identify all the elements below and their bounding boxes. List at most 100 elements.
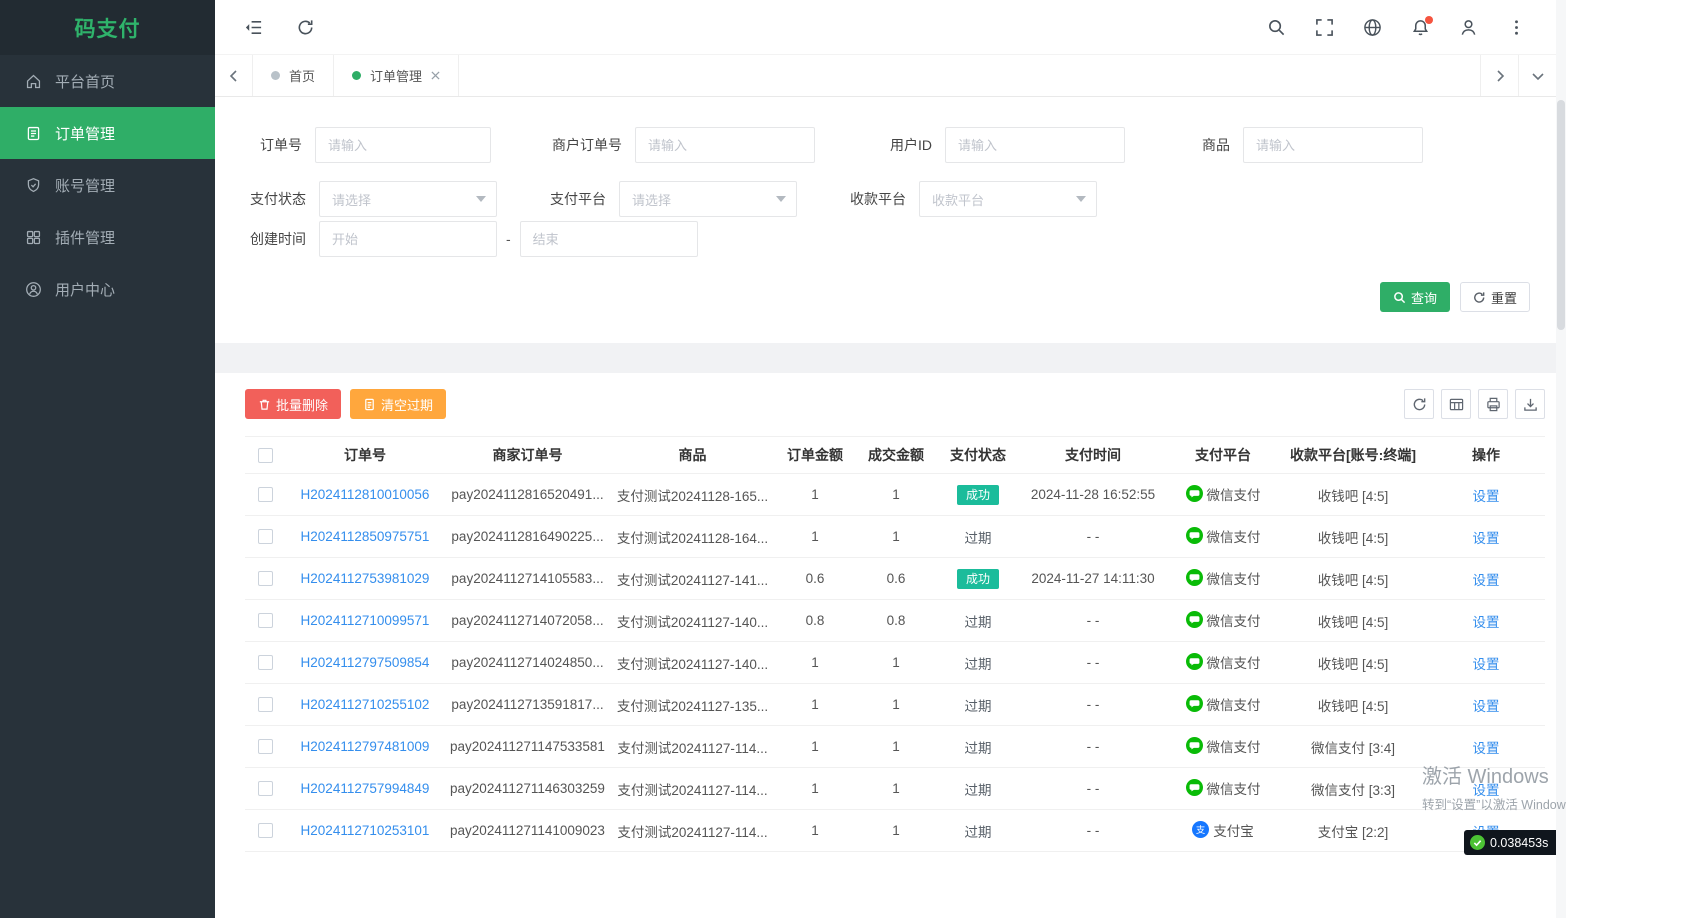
sidebar-item-user-center[interactable]: 用户中心 xyxy=(0,263,215,315)
settings-link[interactable]: 设置 xyxy=(1473,741,1500,756)
wechat-pay-icon xyxy=(1185,485,1203,503)
tab-label: 订单管理 xyxy=(370,69,423,84)
search-button[interactable]: 查询 xyxy=(1379,282,1450,312)
settings-link[interactable]: 设置 xyxy=(1473,657,1500,672)
merchant-order-no-input[interactable] xyxy=(635,127,815,163)
collect-platform: 支付宝 [2:2] xyxy=(1279,809,1427,852)
order-table-panel: 批量删除 清空过期 订单号 商家订单号 商品 订单金额 成交金额 支付状态 支付… xyxy=(215,373,1556,918)
sidebar-item-label: 订单管理 xyxy=(55,125,116,143)
tab-order-management[interactable]: 订单管理 xyxy=(334,55,460,96)
user-id-input[interactable] xyxy=(945,127,1125,163)
settings-link[interactable]: 设置 xyxy=(1473,573,1500,588)
collapse-menu-icon[interactable] xyxy=(243,17,263,37)
more-icon[interactable] xyxy=(1506,17,1526,37)
row-checkbox[interactable] xyxy=(257,697,273,713)
tab-home[interactable]: 首页 xyxy=(253,55,335,96)
order-no-link[interactable]: H2024112810010056 xyxy=(301,487,430,502)
collect-platform: 收钱吧 [4:5] xyxy=(1279,683,1427,726)
tab-bar: 首页 订单管理 xyxy=(215,55,1556,97)
batch-delete-label: 批量删除 xyxy=(276,397,329,413)
order-no-link[interactable]: H2024112753981029 xyxy=(301,571,430,586)
fullscreen-icon[interactable] xyxy=(1314,17,1334,37)
merchant-order-no: pay2024112713591817... xyxy=(445,683,610,726)
paid-amount: 1 xyxy=(855,515,937,558)
table-refresh-icon[interactable] xyxy=(1404,389,1434,419)
reset-button[interactable]: 重置 xyxy=(1459,282,1530,312)
sidebar-item-label: 账号管理 xyxy=(55,177,116,195)
sidebar-item-accounts[interactable]: 账号管理 xyxy=(0,159,215,211)
pay-platform-label: 微信支付 xyxy=(1206,739,1261,755)
settings-link[interactable]: 设置 xyxy=(1473,699,1500,714)
status-badge: 过期 xyxy=(964,740,992,756)
sidebar-item-plugins[interactable]: 插件管理 xyxy=(0,211,215,263)
sidebar-item-orders[interactable]: 订单管理 xyxy=(0,107,215,159)
settings-link[interactable]: 设置 xyxy=(1473,615,1500,630)
pay-platform: 支 微信支付 xyxy=(1185,694,1261,714)
create-time-end-input[interactable] xyxy=(519,221,698,257)
print-icon[interactable] xyxy=(1478,389,1508,419)
order-no-link[interactable]: H2024112757994849 xyxy=(301,781,430,796)
filter-merchant-order-no: 商户订单号 xyxy=(531,127,815,163)
search-button-label: 查询 xyxy=(1410,290,1437,306)
home-icon xyxy=(26,74,41,88)
clear-expired-button[interactable]: 清空过期 xyxy=(350,389,447,419)
order-amount: 1 xyxy=(775,683,855,726)
row-checkbox[interactable] xyxy=(257,487,273,503)
notification-icon[interactable] xyxy=(1410,16,1433,37)
notification-dot xyxy=(1425,16,1433,24)
column-header-action: 操作 xyxy=(1427,436,1545,474)
export-icon[interactable] xyxy=(1515,389,1545,419)
settings-link[interactable]: 设置 xyxy=(1473,531,1500,546)
merchant-order-no: pay2024112714024850... xyxy=(445,641,610,684)
row-checkbox[interactable] xyxy=(257,571,273,587)
select-all-checkbox[interactable] xyxy=(257,448,273,464)
search-icon[interactable] xyxy=(1266,17,1286,37)
order-no-link[interactable]: H2024112797509854 xyxy=(301,655,430,670)
tabs-scroll-right-icon[interactable] xyxy=(1480,55,1518,96)
filter-label: 商户订单号 xyxy=(552,137,622,153)
table-row: H2024112797481009 pay202411271147533581 … xyxy=(245,725,1545,768)
column-header-order-no: 订单号 xyxy=(285,436,445,474)
tabs-scroll-left-icon[interactable] xyxy=(215,55,253,96)
collect-platform-select[interactable]: 收款平台 xyxy=(919,181,1097,217)
vertical-scrollbar[interactable] xyxy=(1556,0,1566,918)
order-no-link[interactable]: H2024112797481009 xyxy=(301,739,430,754)
table-row: H2024112753981029 pay2024112714105583...… xyxy=(245,557,1545,600)
batch-delete-button[interactable]: 批量删除 xyxy=(245,389,342,419)
settings-link[interactable]: 设置 xyxy=(1473,783,1500,798)
language-icon[interactable] xyxy=(1362,17,1382,37)
trash-icon xyxy=(259,399,270,410)
create-time-start-input[interactable] xyxy=(319,221,497,257)
settings-link[interactable]: 设置 xyxy=(1473,489,1500,504)
row-checkbox[interactable] xyxy=(257,823,273,839)
order-no-input[interactable] xyxy=(315,127,491,163)
columns-icon[interactable] xyxy=(1441,389,1471,419)
tab-close-icon[interactable] xyxy=(431,71,440,80)
tabs-menu-icon[interactable] xyxy=(1518,55,1556,96)
scrollbar-thumb[interactable] xyxy=(1557,100,1565,330)
order-no-link[interactable]: H2024112850975751 xyxy=(301,529,430,544)
row-checkbox[interactable] xyxy=(257,655,273,671)
pay-platform-select[interactable]: 请选择 xyxy=(619,181,797,217)
user-icon[interactable] xyxy=(1458,17,1478,37)
pay-platform-icon: 支 xyxy=(1185,569,1203,587)
product-name: 支付测试20241127-140... xyxy=(610,641,775,684)
order-no-link[interactable]: H2024112710255102 xyxy=(301,697,430,712)
row-checkbox[interactable] xyxy=(257,739,273,755)
app-logo[interactable]: 码支付 xyxy=(0,0,215,55)
row-checkbox[interactable] xyxy=(257,781,273,797)
order-no-link[interactable]: H2024112710099571 xyxy=(301,613,430,628)
filter-label: 支付平台 xyxy=(550,191,606,207)
order-no-link[interactable]: H2024112710253101 xyxy=(301,823,430,838)
refresh-icon[interactable] xyxy=(295,17,315,37)
pay-status-select[interactable]: 请选择 xyxy=(319,181,497,217)
row-checkbox[interactable] xyxy=(257,613,273,629)
product-name: 支付测试20241127-135... xyxy=(610,683,775,726)
filter-label: 商品 xyxy=(1202,137,1230,153)
tab-label: 首页 xyxy=(289,69,316,84)
column-header-platform: 支付平台 xyxy=(1167,436,1279,474)
sidebar-item-home[interactable]: 平台首页 xyxy=(0,55,215,107)
row-checkbox[interactable] xyxy=(257,529,273,545)
section-divider xyxy=(215,343,1556,373)
product-input[interactable] xyxy=(1243,127,1423,163)
